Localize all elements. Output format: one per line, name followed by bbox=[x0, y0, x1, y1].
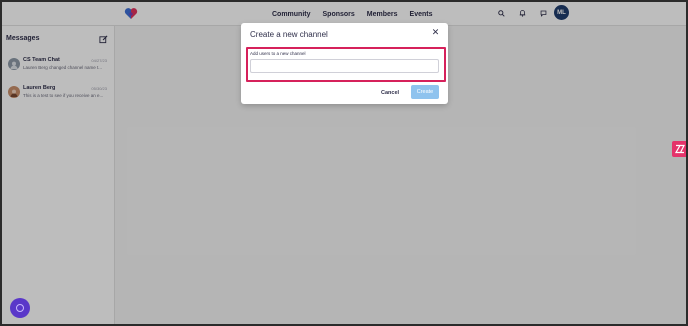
cancel-button[interactable]: Cancel bbox=[381, 87, 399, 99]
create-button[interactable]: Create bbox=[411, 85, 439, 99]
help-widget-button[interactable] bbox=[10, 298, 30, 318]
add-users-label: Add users to a new channel bbox=[250, 51, 306, 56]
zendesk-widget[interactable] bbox=[672, 141, 686, 157]
zendesk-icon bbox=[675, 144, 685, 154]
close-icon[interactable]: ✕ bbox=[431, 28, 440, 37]
help-icon bbox=[16, 304, 24, 312]
app-window: Community Sponsors Members Events ML Mes… bbox=[2, 2, 686, 324]
add-users-input[interactable] bbox=[250, 59, 439, 73]
dialog-title: Create a new channel bbox=[250, 30, 328, 39]
create-channel-dialog: Create a new channel ✕ Add users to a ne… bbox=[241, 23, 448, 104]
